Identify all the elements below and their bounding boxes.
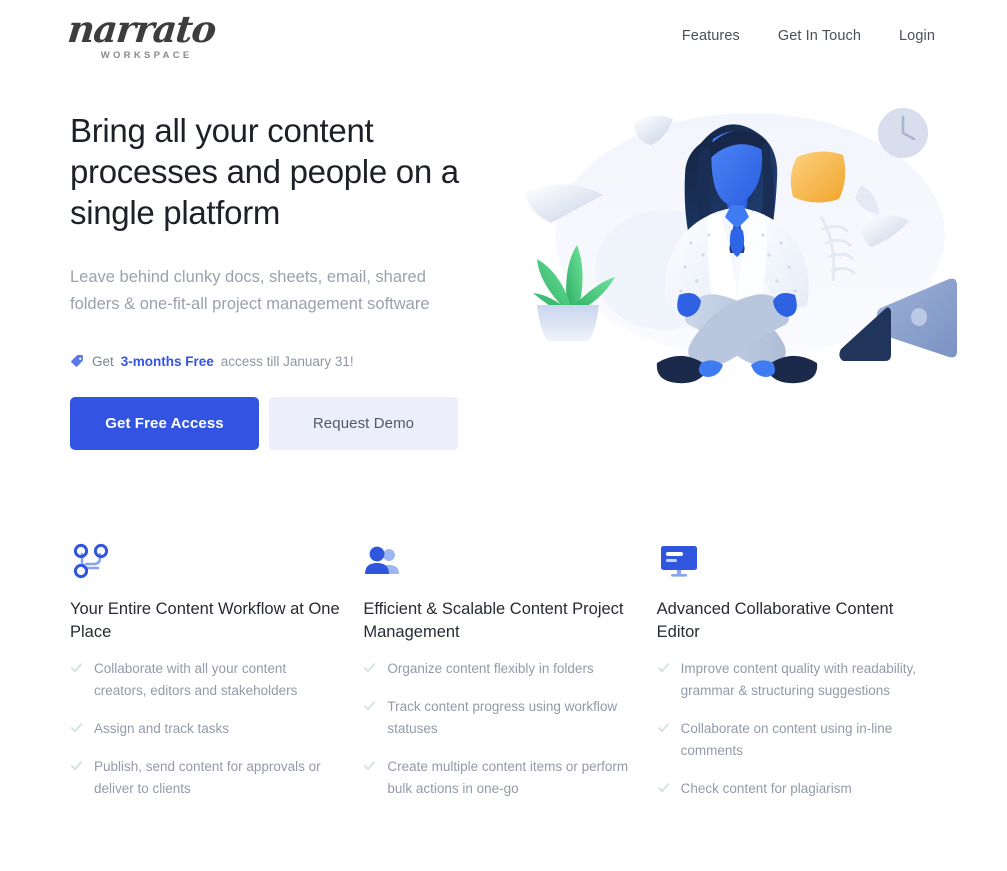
- feature-column-editor: Advanced Collaborative Content Editor Im…: [657, 542, 950, 816]
- feature-title: Advanced Collaborative Content Editor: [656, 600, 894, 641]
- list-item: Collaborate on content using in-line com…: [657, 718, 929, 762]
- check-icon: [657, 663, 669, 673]
- check-icon: [70, 663, 83, 673]
- users-group-icon: [363, 542, 656, 584]
- nav-item-get-in-touch[interactable]: Get In Touch: [778, 28, 861, 44]
- list-item-label: Create multiple content items or perform…: [387, 759, 629, 796]
- promo-prefix: Get: [92, 354, 114, 369]
- list-item: Assign and track tasks: [70, 718, 342, 740]
- list-item: Publish, send content for approvals or d…: [70, 756, 342, 800]
- feature-column-workflow: Your Entire Content Workflow at One Plac…: [70, 542, 363, 816]
- landing-page: narrato WORKSPACE Features Get In Touch …: [0, 0, 1007, 871]
- nav-item-features[interactable]: Features: [682, 28, 740, 44]
- check-icon: [70, 723, 83, 733]
- list-item: Organize content flexibly in folders: [363, 658, 635, 680]
- list-item: Collaborate with all your content creato…: [70, 658, 342, 702]
- request-demo-button[interactable]: Request Demo: [269, 397, 458, 450]
- brand-logo[interactable]: narrato WORKSPACE: [65, 7, 218, 62]
- list-item-label: Check content for plagiarism: [680, 781, 852, 796]
- site-header: narrato WORKSPACE Features Get In Touch …: [0, 0, 1007, 72]
- list-item: Check content for plagiarism: [657, 778, 929, 800]
- brand-name: narrato: [65, 7, 218, 52]
- feature-title: Efficient & Scalable Content Project Man…: [363, 600, 624, 641]
- list-item-label: Assign and track tasks: [94, 721, 230, 736]
- feature-column-management: Efficient & Scalable Content Project Man…: [363, 542, 656, 816]
- list-item-label: Publish, send content for approvals or d…: [94, 759, 321, 796]
- list-item-label: Improve content quality with readability…: [680, 661, 917, 698]
- sticky-note-icon: [790, 151, 846, 203]
- feature-bullet-list: Organize content flexibly in folders Tra…: [363, 658, 656, 800]
- check-icon: [70, 761, 83, 771]
- list-item: Track content progress using workflow st…: [363, 696, 635, 740]
- cta-row: Get Free Access Request Demo: [70, 397, 490, 450]
- feature-title: Your Entire Content Workflow at One Plac…: [70, 600, 340, 641]
- hero-illustration: [505, 95, 975, 415]
- main-nav: Features Get In Touch Login: [682, 28, 935, 44]
- get-free-access-button[interactable]: Get Free Access: [70, 397, 259, 450]
- check-icon: [364, 663, 376, 673]
- page-title: Bring all your content processes and peo…: [70, 112, 459, 231]
- check-icon: [657, 723, 669, 733]
- list-item-label: Collaborate on content using in-line com…: [680, 721, 893, 758]
- feature-bullet-list: Improve content quality with readability…: [657, 658, 950, 800]
- list-item-label: Organize content flexibly in folders: [387, 661, 594, 676]
- workflow-nodes-icon: [70, 542, 363, 584]
- list-item: Create multiple content items or perform…: [363, 756, 635, 800]
- list-item: Improve content quality with readability…: [657, 658, 929, 702]
- promo-banner: Get 3-months Free access till January 31…: [70, 354, 490, 369]
- check-icon: [364, 701, 376, 711]
- price-tag-icon: [71, 354, 83, 367]
- check-icon: [364, 761, 376, 771]
- promo-highlight: 3-months Free: [120, 354, 214, 369]
- feature-bullet-list: Collaborate with all your content creato…: [70, 658, 363, 800]
- nav-item-login[interactable]: Login: [899, 28, 935, 44]
- features-section: Your Entire Content Workflow at One Plac…: [70, 542, 950, 816]
- monitor-editor-icon: [657, 542, 950, 584]
- hero-section: Bring all your content processes and peo…: [70, 110, 490, 450]
- wall-clock-icon: [878, 108, 928, 158]
- check-icon: [657, 783, 669, 793]
- list-item-label: Track content progress using workflow st…: [387, 699, 618, 736]
- list-item-label: Collaborate with all your content creato…: [94, 661, 298, 698]
- brand-tagline: WORKSPACE: [100, 50, 193, 62]
- promo-suffix: access till January 31!: [220, 354, 354, 369]
- hero-subtitle: Leave behind clunky docs, sheets, email,…: [70, 268, 430, 313]
